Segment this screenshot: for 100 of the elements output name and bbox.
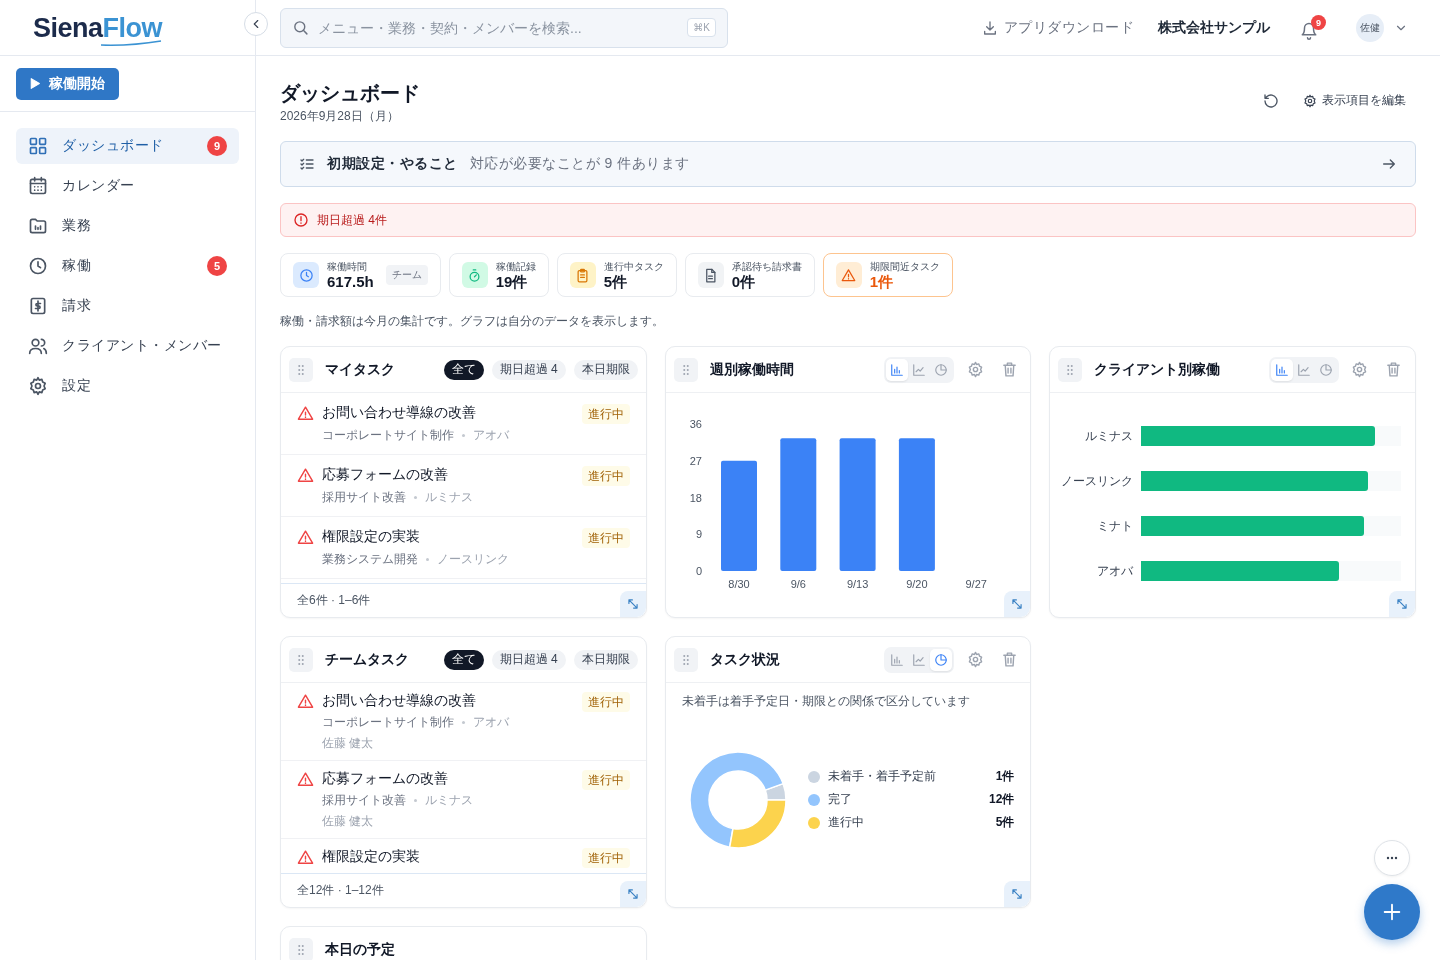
filter-chip[interactable]: 本日期限	[573, 359, 638, 380]
drag-handle[interactable]	[673, 357, 698, 382]
sidebar-item[interactable]: ダッシュボード 9	[16, 128, 239, 164]
client-label: アオバ	[1096, 562, 1134, 580]
task-project: コーポレートサイト制作	[322, 714, 454, 731]
edit-layout-button[interactable]: 表示項目を編集	[1303, 92, 1406, 109]
task-project: 採用サイト改善	[322, 792, 406, 809]
user-avatar: 佐健	[1356, 13, 1384, 42]
company-switcher[interactable]: 株式会社サンプル	[1158, 18, 1270, 37]
trash-icon	[1000, 361, 1018, 378]
widget-title: クライアント別稼働	[1094, 360, 1222, 379]
task-title[interactable]: 応募フォームの改善	[322, 466, 574, 484]
drag-handle[interactable]	[1058, 357, 1083, 382]
chart-type-button[interactable]	[930, 648, 953, 671]
banner-message: 対応が必要なことが 9 件あります	[469, 155, 691, 173]
pie-chart-icon	[934, 362, 949, 377]
pagination-text: 全12件 · 1–12件	[297, 882, 384, 899]
invoice-icon	[28, 296, 48, 316]
drag-handle[interactable]	[289, 357, 313, 382]
task-title[interactable]: 権限設定の実装	[322, 528, 574, 546]
axis-tick-label: 9/13	[846, 578, 868, 590]
expand-button[interactable]	[1004, 881, 1031, 907]
status-badge: 進行中	[581, 770, 630, 790]
sidebar-item[interactable]: クライアント・メンバー	[16, 328, 239, 364]
pie-chart-icon	[1319, 362, 1333, 377]
summary-note: 稼働・請求額は今月の集計です。グラフは自分のデータを表示します。	[280, 313, 665, 330]
settings-icon	[1351, 361, 1369, 378]
kpi-label: 進行中タスク	[603, 260, 664, 273]
task-assignee: 佐藤 健太	[322, 813, 375, 830]
download-link[interactable]: アプリダウンロード	[981, 18, 1134, 37]
kpi-value: 1件	[869, 272, 895, 290]
expand-button[interactable]	[1004, 591, 1031, 617]
refresh-button[interactable]	[1263, 92, 1279, 109]
chart-type-button[interactable]	[1271, 358, 1293, 381]
sidebar-item[interactable]: 業務	[16, 208, 239, 244]
bar-chart-icon	[1275, 362, 1289, 377]
page-title: ダッシュボード	[280, 81, 420, 106]
task-client: ルミナス	[425, 792, 473, 809]
start-work-button[interactable]: 稼働開始	[16, 67, 119, 100]
task-title[interactable]: 権限設定の実装	[322, 848, 574, 866]
kpi-card[interactable]: 稼働記録 19件	[448, 253, 549, 297]
legend-count: 5件	[995, 814, 1015, 831]
add-button[interactable]	[1364, 884, 1420, 940]
axis-tick-label: 18	[689, 491, 702, 504]
task-client: アオバ	[473, 427, 509, 444]
filter-chip[interactable]: 全て	[443, 359, 484, 380]
collapse-button[interactable]	[244, 12, 268, 36]
axis-tick-label: 27	[689, 454, 702, 467]
widget-title: 本日の予定	[325, 940, 396, 959]
bell-icon	[1300, 22, 1318, 40]
stopwatch-icon	[461, 262, 488, 288]
alert-text: 期日超過 4件	[317, 211, 387, 229]
task-title[interactable]: 応募フォームの改善	[322, 770, 574, 788]
axis-tick-label: 9/20	[905, 578, 928, 590]
kpi-value: 617.5h	[327, 272, 374, 290]
expand-button[interactable]	[1389, 591, 1415, 617]
kpi-label: 期限間近タスク	[869, 260, 940, 273]
drag-handle[interactable]	[289, 937, 313, 960]
user-menu[interactable]: 佐健	[1356, 13, 1408, 42]
play-icon	[28, 77, 41, 90]
banner-title: 初期設定・やること	[327, 155, 458, 173]
settings-icon	[966, 651, 984, 668]
filter-chip[interactable]: 期日超過 4	[491, 359, 566, 380]
clipboard-icon	[569, 262, 596, 288]
task-project: コーポレートサイト制作	[322, 427, 454, 444]
more-button[interactable]	[1374, 840, 1410, 876]
widget-title: チームタスク	[325, 650, 410, 669]
line-chart-icon	[912, 652, 927, 667]
pie-chart-icon	[934, 652, 949, 667]
task-title[interactable]: お問い合わせ導線の改善	[322, 404, 574, 422]
sidebar-item[interactable]: 請求	[16, 288, 239, 324]
kpi-card[interactable]: 稼働時間 617.5h チーム	[280, 253, 441, 297]
bar-chart-icon	[890, 652, 905, 667]
drag-handle[interactable]	[289, 647, 313, 672]
chart-type-button[interactable]	[886, 358, 909, 381]
expand-button[interactable]	[619, 591, 646, 617]
axis-tick-label: 8/30	[727, 578, 750, 590]
plus-icon	[1381, 901, 1403, 923]
widget-title: 週別稼働時間	[709, 360, 795, 379]
trash-icon	[1385, 361, 1403, 378]
calendar-icon	[28, 176, 48, 196]
count-badge: 9	[207, 136, 227, 156]
expand-button[interactable]	[619, 881, 646, 907]
filter-chip[interactable]: 本日期限	[573, 649, 638, 670]
notification-button[interactable]: 9	[1300, 15, 1326, 40]
filter-chip[interactable]: 全て	[443, 649, 484, 670]
axis-tick-label: 36	[689, 418, 702, 430]
settings-icon	[28, 376, 48, 396]
expand-icon	[1395, 597, 1409, 611]
drag-handle[interactable]	[673, 647, 698, 672]
task-title[interactable]: お問い合わせ導線の改善	[322, 692, 574, 710]
kpi-card[interactable]: 承認待ち請求書 0件	[684, 253, 815, 297]
widget-title: マイタスク	[325, 360, 396, 379]
sidebar-item[interactable]: カレンダー	[16, 168, 239, 204]
sidebar-item[interactable]: 稼働 5	[16, 248, 239, 284]
kpi-card[interactable]: 期限間近タスク 1件	[822, 253, 953, 297]
setup-banner[interactable]: 初期設定・やること 対応が必要なことが 9 件あります	[280, 141, 1416, 187]
filter-chip[interactable]: 期日超過 4	[491, 649, 566, 670]
sidebar-item[interactable]: 設定	[16, 368, 239, 404]
kpi-card[interactable]: 進行中タスク 5件	[556, 253, 677, 297]
